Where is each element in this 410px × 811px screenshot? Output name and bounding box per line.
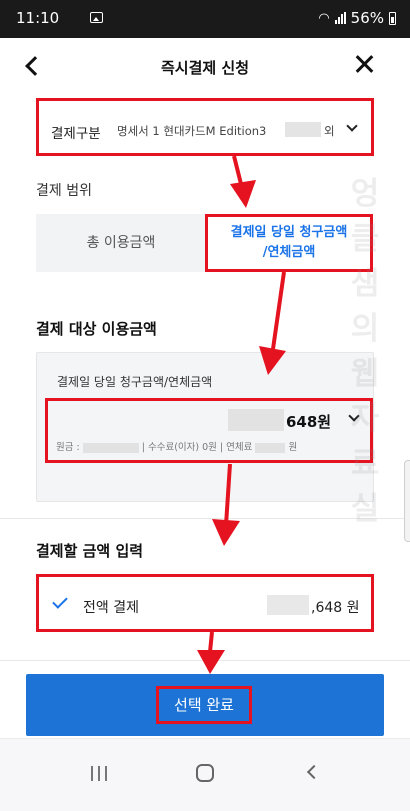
full-payment-row[interactable]: 전액 결제 ,648 원 — [36, 574, 374, 632]
chevron-down-icon — [348, 410, 360, 422]
image-notification-icon — [90, 12, 103, 23]
range-option-due[interactable]: 결제일 당일 청구금액 /연체금액 — [205, 214, 373, 272]
nav-back-icon[interactable] — [306, 764, 322, 780]
masked-value — [82, 442, 139, 453]
target-card-label: 결제일 당일 청구금액/연체금액 — [57, 375, 213, 389]
annotation-arrow-1 — [232, 155, 244, 189]
recent-apps-icon[interactable] — [91, 766, 107, 781]
confirm-button[interactable]: 선택 완료 — [26, 674, 384, 736]
section-divider — [0, 518, 410, 519]
fee-text: | 수수료(이자) 0원 — [141, 442, 217, 453]
system-nav-bar — [0, 738, 410, 811]
wifi-icon: ◠ — [318, 10, 330, 26]
scroll-edge-handle[interactable] — [404, 460, 410, 542]
battery-icon — [389, 11, 396, 25]
range-option-due-line2: /연체금액 — [262, 245, 316, 260]
amount-value: 648원 — [286, 413, 332, 431]
status-indicators: ◠ 56% — [318, 9, 396, 27]
annotation-arrow-4 — [208, 631, 214, 653]
payment-type-extra: 외 — [324, 124, 335, 138]
confirm-button-label: 선택 완료 — [156, 686, 252, 724]
masked-value — [267, 595, 309, 615]
payment-type-label: 결제구분 — [51, 126, 101, 142]
amount-detail-row: 원금 : | 수수료(이자) 0원 | 연체료 원 — [56, 439, 297, 453]
range-label: 결제 범위 — [36, 183, 92, 199]
section-divider — [0, 660, 410, 661]
target-amount-card: 결제일 당일 청구금액/연체금액 648원 원금 : | 수수료(이자) 0원 … — [36, 352, 374, 502]
target-title: 결제 대상 이용금액 — [36, 320, 157, 338]
checkbox-checked-icon[interactable] — [52, 593, 68, 609]
masked-value — [285, 122, 321, 137]
page-title: 즉시결제 신청 — [160, 59, 250, 77]
status-bar: 11:10 ◠ 56% — [0, 0, 410, 38]
masked-value — [228, 409, 284, 431]
overdue-unit: 원 — [288, 442, 298, 453]
principal-label: 원금 : — [56, 442, 80, 453]
home-icon[interactable] — [196, 764, 214, 782]
payment-type-value: 명세서 1 현대카드M Edition3 — [117, 124, 267, 138]
input-title: 결제할 금액 입력 — [36, 542, 144, 560]
full-payment-label: 전액 결제 — [83, 600, 139, 616]
masked-value — [255, 442, 286, 453]
full-payment-amount: ,648 원 — [311, 600, 360, 616]
amount-select[interactable]: 648원 원금 : | 수수료(이자) 0원 | 연체료 원 — [45, 398, 373, 463]
range-option-total[interactable]: 총 이용금액 — [36, 214, 206, 272]
chevron-down-icon — [346, 120, 358, 132]
payment-type-select[interactable]: 결제구분 명세서 1 현대카드M Edition3 외 — [36, 98, 374, 156]
annotation-arrow-2 — [270, 271, 286, 357]
status-time: 11:10 — [16, 9, 60, 27]
battery-percent: 56% — [350, 9, 384, 27]
signal-icon — [334, 12, 346, 24]
close-icon[interactable] — [354, 53, 374, 75]
overdue-label: | 연체료 — [219, 442, 253, 453]
range-option-due-line1: 결제일 당일 청구금액 — [230, 225, 348, 240]
app-header: 즉시결제 신청 — [0, 38, 410, 96]
